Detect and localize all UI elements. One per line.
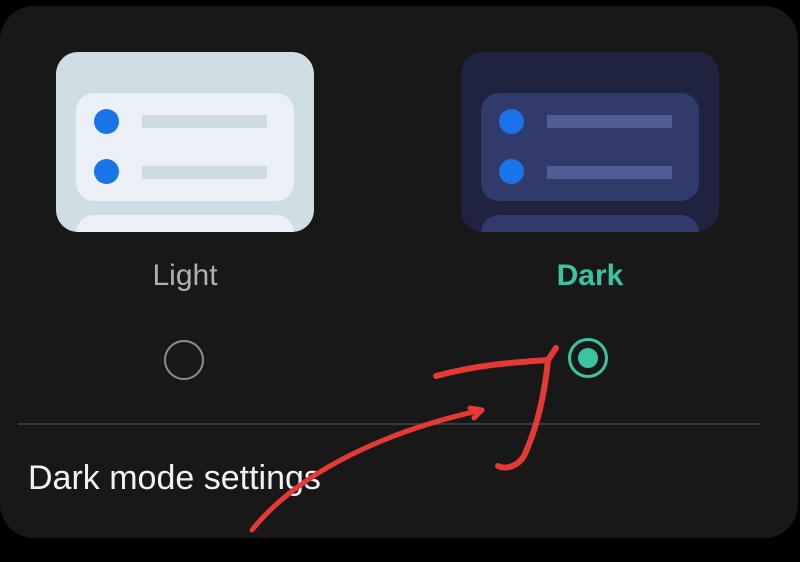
divider [18,423,760,425]
preview-line [547,115,672,128]
preview-card [76,215,294,232]
preview-dot-icon [94,159,119,184]
dark-mode-settings-item[interactable]: Dark mode settings [28,455,331,501]
screen: Light Dark Dark mode settings [0,0,800,562]
light-mode-preview[interactable] [56,52,314,232]
dark-mode-label[interactable]: Dark [461,256,719,296]
radio-fill [578,348,598,368]
light-mode-label[interactable]: Light [56,256,314,296]
preview-dot-icon [499,159,524,184]
preview-line [547,166,672,179]
light-mode-radio-unchecked-icon[interactable] [164,340,204,380]
preview-card [481,215,699,232]
preview-dot-icon [94,109,119,134]
dark-mode-radio-checked-icon[interactable] [568,338,608,378]
dark-mode-preview[interactable] [461,52,719,232]
preview-line [142,166,267,179]
preview-dot-icon [499,109,524,134]
preview-line [142,115,267,128]
